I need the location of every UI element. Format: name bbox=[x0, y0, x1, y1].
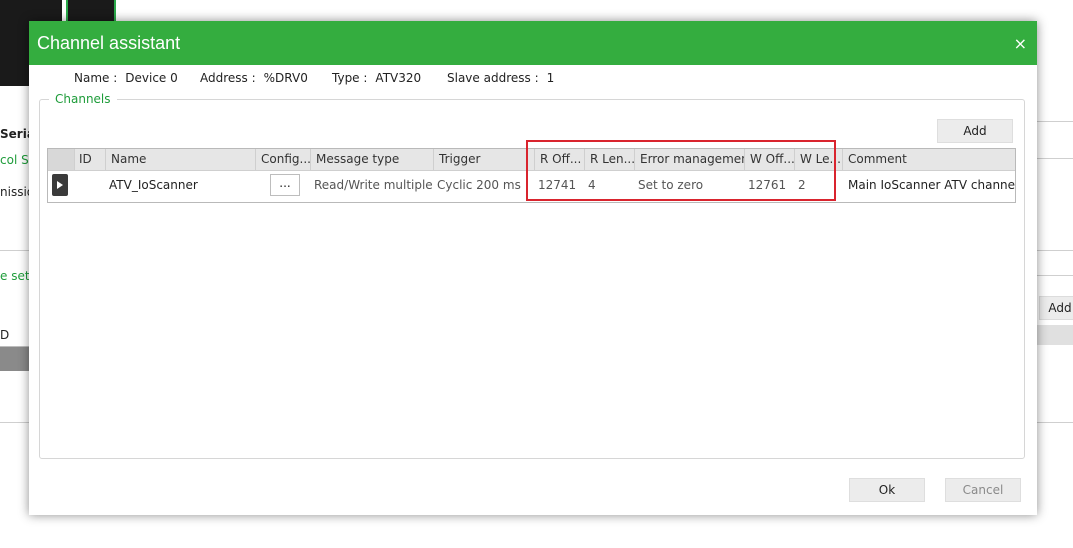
bg-divider bbox=[1037, 121, 1073, 122]
bg-column-header: D bbox=[0, 328, 10, 342]
cell-trigger[interactable]: Cyclic 200 ms bbox=[434, 171, 534, 200]
add-channel-button[interactable]: Add bbox=[937, 119, 1013, 143]
ok-button[interactable]: Ok bbox=[849, 478, 925, 502]
col-header-id[interactable]: ID bbox=[74, 149, 106, 170]
type-label: Type : bbox=[332, 71, 368, 85]
bg-divider bbox=[1037, 422, 1073, 423]
device-type-info: Type : ATV320 bbox=[332, 71, 421, 85]
col-header-config[interactable]: Config... bbox=[256, 149, 311, 170]
bg-divider bbox=[1037, 275, 1073, 276]
bg-divider bbox=[1037, 250, 1073, 251]
channel-assistant-dialog: Channel assistant × Name : Device 0 Addre… bbox=[29, 21, 1037, 515]
header-row-selector bbox=[48, 149, 75, 170]
dialog-titlebar: Channel assistant × bbox=[29, 21, 1037, 65]
slave-address-label: Slave address : bbox=[447, 71, 539, 85]
bg-add-button[interactable]: Add bbox=[1039, 296, 1073, 320]
bg-divider bbox=[0, 422, 29, 423]
col-header-comment[interactable]: Comment bbox=[843, 149, 1015, 170]
address-value: %DRV0 bbox=[263, 71, 308, 85]
col-header-message-type[interactable]: Message type bbox=[311, 149, 434, 170]
name-value: Device 0 bbox=[125, 71, 178, 85]
dialog-title: Channel assistant bbox=[37, 33, 181, 53]
row-selector-arrow-icon[interactable] bbox=[52, 174, 68, 196]
slave-address-info: Slave address : 1 bbox=[447, 71, 554, 85]
device-name-info: Name : Device 0 bbox=[74, 71, 178, 85]
cell-message-type[interactable]: Read/Write multiple wo bbox=[311, 171, 432, 200]
address-label: Address : bbox=[200, 71, 256, 85]
close-icon[interactable]: × bbox=[1014, 34, 1027, 53]
bg-divider bbox=[1037, 158, 1073, 159]
bg-divider bbox=[0, 250, 29, 251]
cancel-button[interactable]: Cancel bbox=[945, 478, 1021, 502]
highlight-box bbox=[526, 140, 836, 201]
cell-comment[interactable]: Main IoScanner ATV channel bbox=[845, 171, 1015, 200]
col-header-name[interactable]: Name bbox=[106, 149, 256, 170]
bg-grid-header bbox=[1037, 325, 1073, 345]
cell-id[interactable] bbox=[79, 171, 105, 200]
col-header-trigger[interactable]: Trigger bbox=[434, 149, 535, 170]
name-label: Name : bbox=[74, 71, 118, 85]
config-ellipsis-button[interactable]: ... bbox=[270, 174, 300, 196]
bg-selected-row bbox=[0, 347, 29, 371]
cell-name[interactable]: ATV_IoScanner bbox=[106, 171, 256, 200]
device-address-info: Address : %DRV0 bbox=[200, 71, 308, 85]
channels-group-title: Channels bbox=[49, 92, 117, 106]
type-value: ATV320 bbox=[375, 71, 422, 85]
slave-address-value: 1 bbox=[546, 71, 555, 85]
